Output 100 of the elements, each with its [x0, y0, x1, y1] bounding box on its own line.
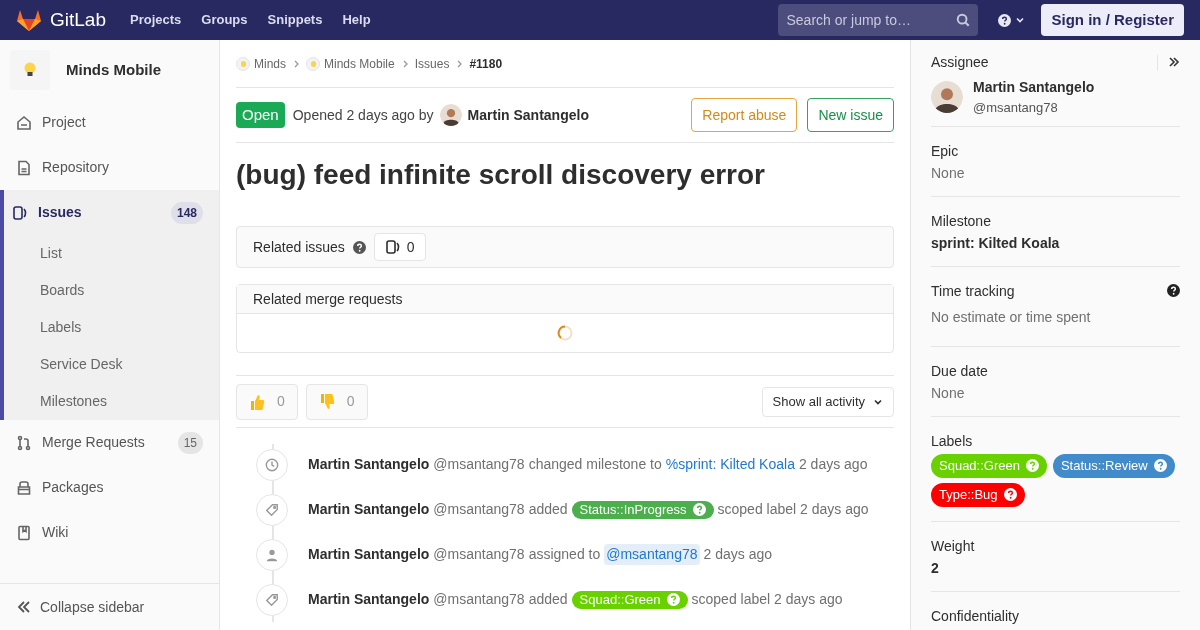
count-badge: 15: [177, 431, 203, 454]
help-menu-button[interactable]: [998, 13, 1026, 27]
section-value: None: [931, 163, 966, 182]
author-link[interactable]: Martin Santangelo: [467, 104, 589, 126]
activity-text: added: [528, 500, 568, 519]
section-value: 2: [931, 558, 940, 577]
section-title: Due date: [931, 361, 989, 380]
document-icon: [16, 159, 32, 176]
thumbs-down-icon: [318, 392, 335, 411]
lightbulb-icon: [22, 61, 38, 79]
nav-link[interactable]: Help: [342, 10, 371, 30]
issue-count-badge: 0: [373, 233, 426, 261]
activity-filter-dropdown[interactable]: Show all activity: [761, 386, 894, 417]
author-link[interactable]: Martin Santangelo: [308, 499, 430, 520]
username-text: @msantang78: [433, 500, 525, 519]
sidebar-item[interactable]: Packages: [0, 465, 219, 510]
sidebar-item[interactable]: Wiki: [0, 510, 219, 555]
nav-link[interactable]: Snippets: [267, 10, 323, 30]
issue-title: (bug) feed infinite scroll discovery error: [236, 159, 766, 191]
search-icon: [956, 13, 971, 27]
package-icon: [16, 479, 32, 496]
sign-in-button[interactable]: Sign in / Register: [1041, 4, 1184, 36]
section-value: sprint: Kilted Koala: [931, 233, 1061, 252]
section-value: No estimate or time spent: [931, 307, 1092, 326]
sidebar-subitem[interactable]: Labels: [4, 309, 219, 346]
tag-icon: [265, 592, 279, 607]
avatar-icon: [931, 81, 963, 114]
help-icon: [1167, 284, 1180, 297]
user-mention-link[interactable]: @msantang78: [604, 544, 700, 565]
help-icon: [1003, 488, 1017, 501]
avatar-icon: [439, 104, 462, 126]
house-icon: [16, 114, 32, 131]
sidebar-item[interactable]: Project: [0, 100, 219, 145]
help-icon: [352, 240, 366, 254]
section-title: Confidentiality: [931, 606, 1020, 625]
author-link[interactable]: Martin Santangelo: [308, 544, 430, 565]
thumbs-up-icon: [249, 392, 265, 411]
merge-icon: [16, 434, 32, 451]
section-title: Epic: [931, 141, 960, 160]
book-icon: [16, 524, 32, 541]
section-title: Milestone: [931, 211, 992, 230]
section-title: Assignee: [931, 53, 990, 72]
sidebar-subitem[interactable]: Service Desk: [4, 346, 219, 383]
activity-text: scoped label 2 days ago: [717, 500, 869, 519]
tag-icon: [265, 502, 279, 517]
sidebar-item[interactable]: Repository: [0, 145, 219, 190]
breadcrumb-link[interactable]: Minds: [236, 54, 286, 73]
count-badge: 148: [170, 201, 203, 224]
loading-spinner-icon: [557, 325, 573, 341]
opened-text: Opened 2 days ago by: [292, 105, 434, 125]
scoped-label[interactable]: Status::Review: [1052, 453, 1175, 478]
new-issue-button[interactable]: New issue: [807, 98, 894, 132]
author-link[interactable]: Martin Santangelo: [308, 454, 430, 475]
activity-text: assigned to: [528, 545, 601, 564]
sidebar-subitem[interactable]: List: [4, 235, 219, 272]
panel-title: Related issues: [253, 237, 345, 257]
issues-icon: [384, 239, 401, 255]
issues-icon: [12, 204, 28, 221]
author-link[interactable]: Martin Santangelo: [308, 589, 430, 610]
clock-icon: [265, 457, 279, 472]
username-text: @msantang78: [433, 590, 525, 609]
username-text: @msantang78: [433, 545, 525, 564]
help-icon: [998, 13, 1012, 27]
project-name[interactable]: Minds Mobile: [66, 58, 161, 82]
person-icon: [265, 547, 279, 562]
search-field[interactable]: Search or jump to…: [778, 4, 979, 36]
status-badge: Open: [236, 101, 285, 129]
breadcrumb-link[interactable]: #1180: [469, 54, 503, 73]
assignee-username: @msantang78: [973, 99, 1058, 117]
section-title: Weight: [931, 536, 976, 555]
assignee-name[interactable]: Martin Santangelo: [973, 77, 1095, 98]
sidebar-item[interactable]: Merge Requests 15: [0, 420, 219, 465]
sidebar-subitem[interactable]: Boards: [4, 272, 219, 309]
chevron-down-icon: [1015, 15, 1026, 25]
double-chevron-right-icon[interactable]: [1168, 54, 1180, 69]
activity-text: changed milestone to: [528, 455, 662, 474]
breadcrumb-link[interactable]: Minds Mobile: [306, 54, 395, 73]
scoped-label[interactable]: Type::Bug: [931, 482, 1025, 507]
section-value: None: [931, 383, 966, 402]
milestone-link[interactable]: %sprint: Kilted Koala: [665, 454, 795, 475]
nav-link[interactable]: Groups: [201, 10, 248, 30]
fox-logo-icon[interactable]: [16, 8, 42, 32]
nav-link[interactable]: Projects: [130, 10, 182, 30]
help-icon: [1025, 459, 1039, 472]
section-title: Time tracking: [931, 281, 1016, 300]
section-title: Labels: [931, 431, 974, 450]
help-icon: [666, 593, 680, 606]
sidebar-subitem[interactable]: Milestones: [4, 383, 219, 420]
activity-text: added: [528, 590, 568, 609]
breadcrumb-link[interactable]: Issues: [414, 54, 450, 73]
activity-text: 2 days ago: [798, 455, 868, 474]
help-icon: [692, 503, 706, 516]
username-text: @msantang78: [433, 455, 525, 474]
activity-text: 2 days ago: [703, 545, 773, 564]
activity-text: scoped label 2 days ago: [691, 590, 843, 609]
sidebar-item[interactable]: Issues 148: [4, 190, 219, 235]
double-chevron-left-icon: [16, 599, 32, 615]
help-icon: [1153, 459, 1167, 472]
panel-title: Related merge requests: [237, 285, 893, 314]
brand-name[interactable]: GitLab: [50, 5, 106, 35]
